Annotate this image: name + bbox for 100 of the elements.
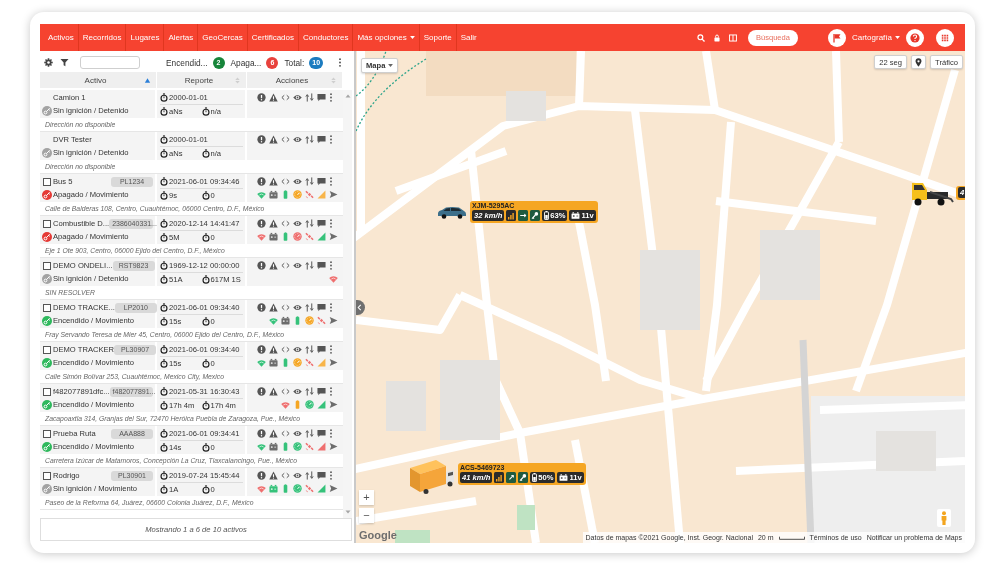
- up-down-arrows-icon[interactable]: [305, 387, 314, 396]
- checkbox[interactable]: [43, 429, 51, 438]
- flag-icon[interactable]: [827, 28, 846, 47]
- eye-icon[interactable]: [293, 303, 302, 312]
- warning-icon[interactable]: [269, 345, 278, 354]
- up-down-arrows-icon[interactable]: [305, 429, 314, 438]
- warning-icon[interactable]: [269, 387, 278, 396]
- info-icon[interactable]: [257, 135, 266, 144]
- code-icon[interactable]: [281, 177, 290, 186]
- info-icon[interactable]: [257, 261, 266, 270]
- nav-link[interactable]: Certificados: [246, 24, 299, 51]
- code-icon[interactable]: [281, 219, 290, 228]
- eye-icon[interactable]: [293, 177, 302, 186]
- column-header[interactable]: Activo: [40, 72, 157, 88]
- nav-link[interactable]: GeoCercas: [197, 24, 247, 51]
- settings-icon[interactable]: [44, 58, 53, 67]
- truck-icon[interactable]: [910, 180, 955, 207]
- more-icon[interactable]: [329, 471, 333, 480]
- more-icon[interactable]: [329, 93, 333, 102]
- message-icon[interactable]: [317, 471, 326, 480]
- zoom-in-button[interactable]: +: [359, 490, 374, 505]
- eye-icon[interactable]: [293, 345, 302, 354]
- nav-link[interactable]: Conductores: [298, 24, 353, 51]
- warning-icon[interactable]: [269, 471, 278, 480]
- info-icon[interactable]: [257, 219, 266, 228]
- checkbox[interactable]: [43, 387, 51, 396]
- nav-link[interactable]: Lugares: [125, 24, 164, 51]
- message-icon[interactable]: [317, 261, 326, 270]
- warning-icon[interactable]: [269, 93, 278, 102]
- message-icon[interactable]: [317, 135, 326, 144]
- code-icon[interactable]: [281, 471, 290, 480]
- search-field[interactable]: [80, 56, 140, 69]
- info-icon[interactable]: [257, 177, 266, 186]
- up-down-arrows-icon[interactable]: [305, 345, 314, 354]
- eye-icon[interactable]: [293, 261, 302, 270]
- eye-icon[interactable]: [293, 471, 302, 480]
- eye-icon[interactable]: [293, 135, 302, 144]
- columns-icon[interactable]: [728, 33, 737, 42]
- eye-icon[interactable]: [293, 93, 302, 102]
- warning-icon[interactable]: [269, 219, 278, 228]
- info-icon[interactable]: [257, 429, 266, 438]
- message-icon[interactable]: [317, 387, 326, 396]
- message-icon[interactable]: [317, 429, 326, 438]
- more-icon[interactable]: [329, 261, 333, 270]
- filter-icon[interactable]: [60, 58, 69, 67]
- message-icon[interactable]: [317, 177, 326, 186]
- code-icon[interactable]: [281, 261, 290, 270]
- collapse-button[interactable]: [356, 300, 365, 315]
- eye-icon[interactable]: [293, 387, 302, 396]
- checkbox[interactable]: [43, 471, 51, 480]
- search-icon[interactable]: [696, 33, 705, 42]
- warning-icon[interactable]: [269, 261, 278, 270]
- message-icon[interactable]: [317, 219, 326, 228]
- warning-icon[interactable]: [269, 429, 278, 438]
- checkbox[interactable]: [43, 303, 51, 312]
- eye-icon[interactable]: [293, 219, 302, 228]
- message-icon[interactable]: [317, 93, 326, 102]
- more-icon[interactable]: [329, 345, 333, 354]
- location-button[interactable]: [911, 55, 927, 69]
- up-down-arrows-icon[interactable]: [305, 471, 314, 480]
- code-icon[interactable]: [281, 93, 290, 102]
- code-icon[interactable]: [281, 429, 290, 438]
- message-icon[interactable]: [317, 303, 326, 312]
- warning-icon[interactable]: [269, 303, 278, 312]
- more-icon[interactable]: [329, 219, 333, 228]
- up-down-arrows-icon[interactable]: [305, 303, 314, 312]
- column-header[interactable]: Reporte: [157, 72, 247, 88]
- code-icon[interactable]: [281, 345, 290, 354]
- code-icon[interactable]: [281, 387, 290, 396]
- info-icon[interactable]: [257, 471, 266, 480]
- more-icon[interactable]: [329, 429, 333, 438]
- up-down-arrows-icon[interactable]: [305, 135, 314, 144]
- info-icon[interactable]: [257, 387, 266, 396]
- warning-icon[interactable]: [269, 135, 278, 144]
- checkbox[interactable]: [43, 345, 51, 354]
- checkbox[interactable]: [43, 219, 51, 228]
- nav-link[interactable]: Recorridos: [77, 24, 126, 51]
- code-icon[interactable]: [281, 303, 290, 312]
- info-icon[interactable]: [257, 345, 266, 354]
- checkbox[interactable]: [43, 261, 51, 270]
- warning-icon[interactable]: [269, 177, 278, 186]
- more-icon[interactable]: [338, 58, 342, 67]
- more-icon[interactable]: [329, 177, 333, 186]
- info-icon[interactable]: [257, 303, 266, 312]
- apps-grid-icon[interactable]: [936, 28, 954, 47]
- truck-icon[interactable]: [410, 458, 455, 495]
- checkbox[interactable]: [43, 177, 51, 186]
- info-icon[interactable]: [257, 93, 266, 102]
- zoom-out-button[interactable]: −: [359, 508, 374, 523]
- car-icon[interactable]: [437, 206, 467, 219]
- help-icon[interactable]: [906, 28, 924, 47]
- column-header[interactable]: Acciones: [247, 72, 343, 88]
- nav-link[interactable]: Activos: [44, 24, 78, 51]
- map-layer-dropdown[interactable]: Cartografía: [847, 28, 904, 47]
- up-down-arrows-icon[interactable]: [305, 93, 314, 102]
- up-down-arrows-icon[interactable]: [305, 261, 314, 270]
- code-icon[interactable]: [281, 135, 290, 144]
- message-icon[interactable]: [317, 345, 326, 354]
- up-down-arrows-icon[interactable]: [305, 177, 314, 186]
- more-icon[interactable]: [329, 303, 333, 312]
